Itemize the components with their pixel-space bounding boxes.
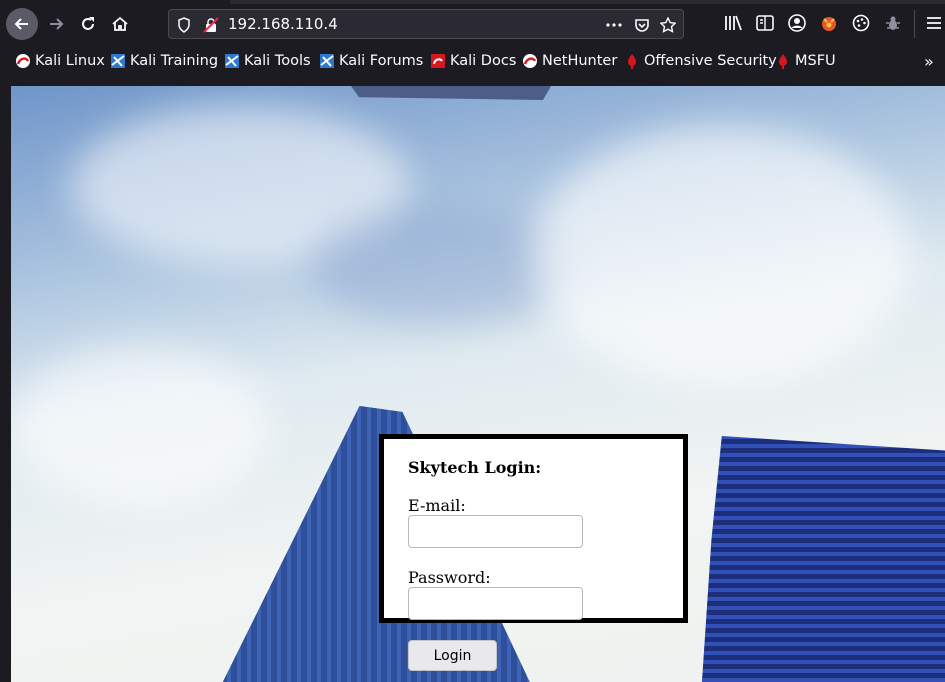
bookmark-kali-training[interactable]: Kali Training [110, 52, 218, 70]
password-label: Password: [408, 568, 491, 587]
login-title: Skytech Login: [408, 458, 542, 477]
bookmark-label: MSFU [795, 53, 836, 69]
toolbar-separator [914, 10, 915, 38]
url-text[interactable]: 192.168.110.4 [228, 15, 338, 33]
password-field[interactable] [408, 587, 583, 620]
library-icon[interactable] [723, 13, 743, 33]
hamburger-menu-icon[interactable] [924, 13, 944, 33]
bookmark-label: Kali Docs [450, 53, 517, 69]
home-icon [112, 16, 128, 31]
kali-dragon-icon [15, 53, 31, 69]
bookmark-label: NetHunter [542, 53, 618, 69]
msfu-icon [775, 53, 791, 69]
nethunter-icon [522, 53, 538, 69]
kali-docs-icon [430, 53, 446, 69]
bookmark-nethunter[interactable]: NetHunter [522, 52, 617, 70]
browser-toolbar: 192.168.110.4 [0, 0, 945, 46]
email-field[interactable] [408, 515, 583, 548]
star-icon[interactable] [659, 16, 677, 34]
reader-view-icon[interactable] [755, 13, 775, 33]
extension-fox-icon[interactable] [819, 13, 839, 33]
shield-icon[interactable] [175, 16, 193, 34]
extension-palette-icon[interactable] [851, 13, 871, 33]
bookmark-offensive-security[interactable]: Offensive Security [624, 52, 777, 70]
reload-icon [82, 17, 94, 30]
back-button[interactable] [6, 8, 38, 40]
forward-button[interactable] [40, 8, 72, 40]
offsec-icon [624, 53, 640, 69]
bookmark-msfu[interactable]: MSFU [775, 52, 836, 70]
account-icon[interactable] [787, 13, 807, 33]
login-button[interactable]: Login [408, 640, 497, 671]
url-bar[interactable]: 192.168.110.4 [168, 9, 684, 39]
bookmark-kali-forums[interactable]: Kali Forums [319, 52, 423, 70]
bookmark-label: Kali Tools [244, 53, 311, 69]
bookmarks-toolbar: Kali Linux Kali Training Kali Tools Kali… [0, 46, 945, 76]
bookmark-kali-docs[interactable]: Kali Docs [430, 52, 516, 70]
forward-arrow-icon [50, 18, 64, 30]
skyscraper-top [351, 86, 551, 100]
kali-tools-icon [224, 53, 240, 69]
home-button[interactable] [104, 8, 136, 40]
bookmark-label: Kali Linux [35, 53, 105, 69]
tab-strip [230, 0, 945, 4]
kali-forums-icon [319, 53, 335, 69]
email-label: E-mail: [408, 496, 466, 515]
bookmark-kali-linux[interactable]: Kali Linux [15, 52, 105, 70]
bookmark-label: Kali Forums [339, 53, 424, 69]
pocket-icon[interactable] [633, 16, 651, 34]
back-arrow-icon [14, 18, 28, 30]
kali-training-icon [110, 53, 126, 69]
bookmarks-overflow-button[interactable]: » [924, 52, 934, 71]
skyscraper-right [701, 436, 945, 682]
more-dots-icon[interactable] [605, 16, 623, 34]
extension-bug-icon[interactable] [883, 13, 903, 33]
bookmark-kali-tools[interactable]: Kali Tools [224, 52, 311, 70]
reload-button[interactable] [72, 8, 104, 40]
bookmark-label: Offensive Security [644, 53, 777, 69]
bookmark-label: Kali Training [130, 53, 219, 69]
insecure-lock-icon[interactable] [202, 16, 220, 34]
